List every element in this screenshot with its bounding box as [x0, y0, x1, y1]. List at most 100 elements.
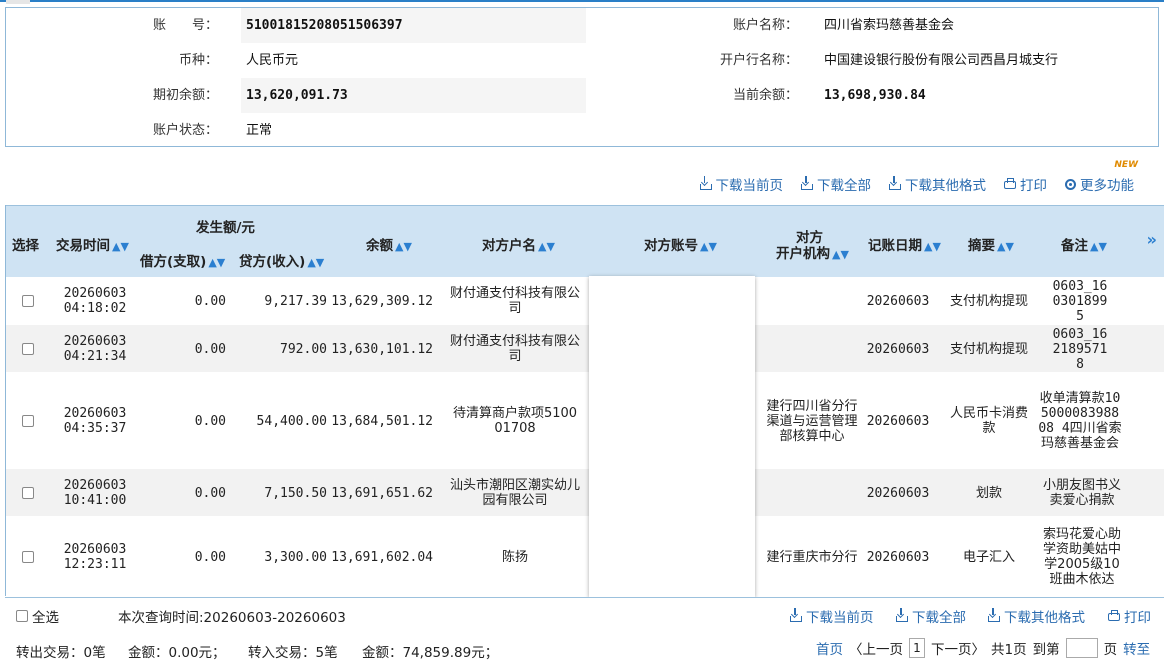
date-text: 20260603 — [63, 478, 127, 493]
status-value: 正常 — [246, 123, 273, 138]
sort-icon: ▲▼ — [307, 256, 325, 269]
row-checkbox-cell[interactable] — [6, 325, 50, 373]
info-row-currency: 币种： 人民币元 开户行名称： 中国建设银行股份有限公司西昌月城支行 — [6, 43, 1158, 78]
current-page[interactable]: 1 — [909, 638, 925, 658]
prev-page-link[interactable]: 〈上一页 — [849, 638, 903, 658]
sort-icon: ▲▼ — [538, 240, 555, 253]
col-time-label: 交易时间 — [56, 238, 110, 254]
download-other-format-button[interactable]: 下载其他格式 — [889, 174, 986, 194]
currency-label: 币种： — [178, 53, 218, 68]
download-icon — [801, 176, 813, 190]
time-text: 04:18:02 — [63, 301, 127, 316]
download-icon — [889, 176, 901, 190]
row-checkbox-cell[interactable] — [6, 277, 50, 325]
row-checkbox[interactable] — [22, 551, 34, 563]
credit-cell: 7,150.50 — [264, 485, 327, 501]
first-page-link[interactable]: 首页 — [816, 638, 843, 658]
download-page-button[interactable]: 下载当前页 — [699, 174, 783, 194]
sort-icon: ▲▼ — [924, 240, 941, 253]
print-button[interactable]: 打印 — [1004, 174, 1047, 194]
more-columns-icon[interactable]: » — [1147, 230, 1157, 249]
summary-cell: 人民币卡消费款 — [950, 406, 1029, 436]
time-cell: 20260603 12:23:11 — [50, 517, 140, 596]
more-functions-button[interactable]: 更多功能 — [1065, 174, 1134, 194]
balance-cell: 13,691,651.62 — [331, 485, 433, 501]
sort-icon: ▲▼ — [832, 248, 849, 261]
print-icon — [1004, 178, 1016, 189]
col-balance-label: 余额 — [366, 238, 393, 254]
row-checkbox-cell[interactable] — [6, 517, 50, 596]
col-counterparty-bank[interactable]: 开户机构 ▲▼ — [776, 242, 849, 262]
download-other-label: 下载其他格式 — [905, 178, 986, 194]
row-checkbox-cell[interactable] — [6, 469, 50, 517]
post-date-cell: 20260603 — [866, 549, 930, 565]
row-checkbox[interactable] — [22, 487, 34, 499]
footer-download-all-button[interactable]: 下载全部 — [896, 606, 966, 626]
row-checkbox-cell[interactable] — [6, 373, 50, 469]
col-post-date[interactable]: 记账日期 ▲▼ — [868, 234, 941, 254]
goto-page-input[interactable] — [1065, 638, 1098, 658]
counterparty-name-cell: 财付通支付科技有限公司 — [449, 334, 580, 364]
footer-print-button[interactable]: 打印 — [1108, 606, 1151, 626]
select-all-checkbox[interactable] — [16, 610, 28, 622]
current-balance-label: 当前余额： — [732, 88, 798, 103]
col-counterparty-account[interactable]: 对方账号 ▲▼ — [644, 234, 717, 254]
counterparty-bank-cell — [766, 325, 858, 373]
remark-cell: 0603_1621895718 — [1052, 326, 1108, 372]
account-name-value: 四川省索玛慈善基金会 — [824, 18, 955, 33]
col-counterparty-name-label: 对方户名 — [482, 238, 536, 254]
counterparty-bank-cell — [766, 277, 858, 325]
footer-print-label: 打印 — [1124, 610, 1151, 626]
col-post-date-label: 记账日期 — [868, 238, 922, 254]
row-checkbox[interactable] — [22, 295, 34, 307]
next-page-link[interactable]: 下一页〉 — [931, 638, 985, 658]
toolbar: 下载当前页 下载全部 下载其他格式 打印 更多功能 — [699, 172, 1134, 196]
account-name-label: 账户名称： — [732, 18, 798, 33]
col-summary[interactable]: 摘要 ▲▼ — [968, 234, 1014, 254]
col-debit[interactable]: 借方(支取) ▲▼ — [140, 250, 225, 270]
counterparty-name-cell: 待清算商户款项510001708 — [452, 406, 578, 436]
col-balance[interactable]: 余额 ▲▼ — [366, 234, 412, 254]
in-count: 转入交易：5笔 — [248, 645, 338, 661]
counterparty-bank-cell — [766, 469, 858, 517]
time-text: 10:41:00 — [63, 493, 127, 508]
footer-download-page-label: 下载当前页 — [806, 610, 874, 626]
remark-cell: 索玛花爱心助学资助美姑中学2005级10班曲木依达 — [1042, 527, 1121, 587]
counterparty-bank-cell: 建行四川省分行渠道与运营管理部核算中心 — [766, 398, 858, 444]
counterparty-bank-cell: 建行重庆市分行 — [766, 549, 858, 565]
table-row: 20260603 04:35:37 0.00 54,400.00 13,684,5… — [6, 373, 1164, 469]
download-icon — [790, 608, 802, 622]
goto-prefix: 到第 — [1032, 642, 1060, 658]
pagination: 首页 〈上一页 1 下一页〉 共1页 到第 页 转至 — [816, 638, 1150, 658]
col-counterparty-account-label: 对方账号 — [644, 238, 698, 254]
col-counterparty-name[interactable]: 对方户名 ▲▼ — [482, 234, 555, 254]
remark-cell: 小朋友图书义卖爱心捐款 — [1042, 478, 1121, 508]
date-text: 20260603 — [63, 406, 127, 421]
sort-icon: ▲▼ — [395, 240, 412, 253]
status-label: 账户状态： — [152, 123, 218, 138]
col-credit[interactable]: 贷方(收入) ▲▼ — [239, 250, 324, 270]
col-remark[interactable]: 备注 ▲▼ — [1061, 234, 1107, 254]
download-icon — [988, 608, 1000, 622]
remark-cell: 0603_1603018995 — [1052, 278, 1108, 324]
download-icon — [699, 176, 712, 190]
top-tab[interactable] — [6, 0, 30, 4]
summary-cell: 支付机构提现 — [950, 293, 1029, 309]
col-summary-label: 摘要 — [968, 238, 995, 254]
table-row: 20260603 04:18:02 0.00 9,217.39 13,629,30… — [6, 277, 1164, 325]
time-text: 04:21:34 — [63, 349, 127, 364]
row-checkbox[interactable] — [22, 415, 34, 427]
account-info-panel: 账 号： 51001815208051506397 账户名称： 四川省索玛慈善基… — [5, 7, 1159, 147]
footer-download-page-button[interactable]: 下载当前页 — [790, 606, 874, 626]
download-all-button[interactable]: 下载全部 — [801, 174, 871, 194]
select-all-control[interactable]: 全选 — [16, 606, 59, 626]
print-icon — [1108, 610, 1120, 621]
goto-button[interactable]: 转至 — [1123, 638, 1150, 658]
footer-download-other-button[interactable]: 下载其他格式 — [988, 606, 1085, 626]
date-text: 20260603 — [63, 334, 127, 349]
post-date-cell: 20260603 — [866, 293, 930, 309]
post-date-cell: 20260603 — [866, 485, 930, 501]
col-time[interactable]: 交易时间 ▲▼ — [56, 234, 129, 254]
remark-cell: 收单清算款10500008398808 4四川省索玛慈善基金会 — [1038, 391, 1122, 451]
row-checkbox[interactable] — [22, 343, 34, 355]
